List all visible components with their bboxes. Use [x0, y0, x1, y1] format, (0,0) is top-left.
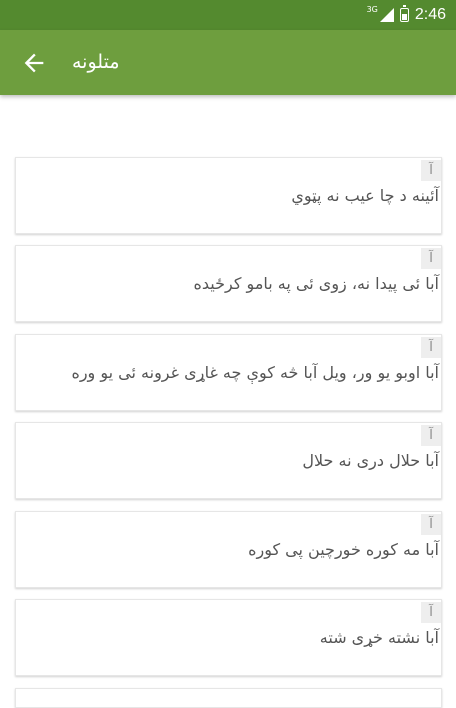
list-item[interactable]: آ آبا نشته خړی شته	[15, 599, 442, 676]
list-item-partial[interactable]	[15, 688, 442, 708]
list-item-text: آبا نشته خړی شته	[319, 628, 439, 647]
app-bar: متلونه	[0, 30, 456, 95]
arrow-back-icon	[24, 53, 44, 73]
status-icons: 3G 2:46	[367, 0, 446, 30]
network-type-label: 3G	[366, 4, 378, 14]
list-item[interactable]: آ آبا اوبو یو ور، ویل آبا څه کوې چه غاړی…	[15, 334, 442, 411]
back-button[interactable]	[20, 49, 48, 77]
list-item[interactable]: آ آبا ئی پیدا نه، زوی ئی په بامو کرځیده	[15, 245, 442, 322]
list-item-text: آبا حلال دری نه حلال	[302, 451, 439, 470]
list-item-text: آئینه د چا عیب نه پټوي	[291, 186, 439, 205]
list-item[interactable]: آ آئینه د چا عیب نه پټوي	[15, 157, 442, 234]
list-item[interactable]: آ آبا مه کوره خورچین پی کوره	[15, 511, 442, 588]
signal-icon	[379, 8, 394, 22]
status-clock: 2:46	[414, 6, 446, 23]
status-bar: 3G 2:46	[0, 0, 456, 30]
letter-badge: آ	[421, 337, 441, 358]
list-item-text: آبا اوبو یو ور، ویل آبا څه کوې چه غاړی غ…	[71, 363, 439, 382]
battery-icon	[399, 5, 409, 22]
letter-badge: آ	[421, 248, 441, 269]
list-item-text: آبا مه کوره خورچین پی کوره	[248, 540, 439, 559]
page-title: متلونه	[72, 51, 120, 73]
list-item-text: آبا ئی پیدا نه، زوی ئی په بامو کرځیده	[193, 274, 439, 293]
letter-badge: آ	[421, 425, 441, 446]
letter-badge: آ	[421, 160, 441, 181]
letter-badge: آ	[421, 602, 441, 623]
list-item[interactable]: آ آبا حلال دری نه حلال	[15, 422, 442, 499]
letter-badge: آ	[421, 514, 441, 535]
